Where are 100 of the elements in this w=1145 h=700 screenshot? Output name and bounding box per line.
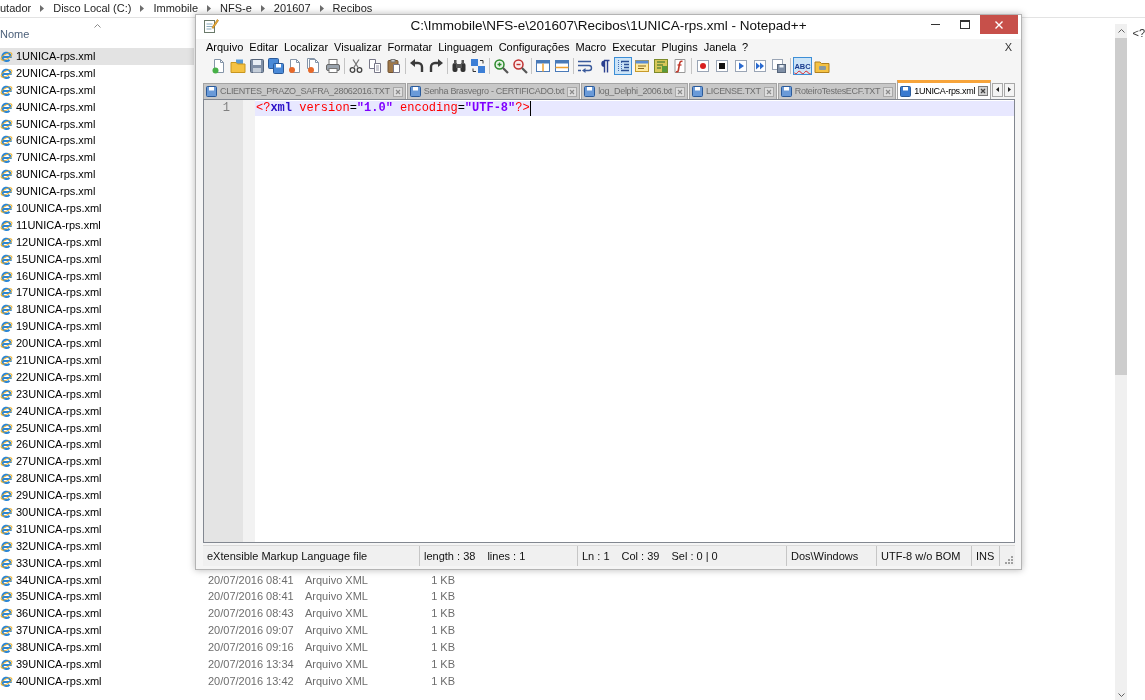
file-row[interactable]: 23UNICA-rps.xml [0,385,194,403]
file-name: 21UNICA-rps.xml [16,353,102,367]
fast-forward-icon [752,58,768,74]
menu-item[interactable]: Executar [609,40,659,54]
file-row[interactable]: 1UNICA-rps.xml [0,48,194,65]
file-row[interactable]: 30UNICA-rps.xml [0,504,194,521]
breadcrumb-link[interactable]: 201607 [273,2,311,15]
file-row[interactable]: 9UNICA-rps.xml [0,183,194,200]
breadcrumb-link[interactable]: NFS-e [220,2,252,15]
file-row[interactable]: 36UNICA-rps.xml 20/07/2016 08:43 Arquivo XML 1 KB [0,605,455,623]
file-row[interactable]: 25UNICA-rps.xml [0,419,194,437]
toolbar-button[interactable] [713,57,731,75]
file-name: 32UNICA-rps.xml [16,539,102,553]
file-row[interactable]: 18UNICA-rps.xml [0,301,194,319]
file-row[interactable]: 35UNICA-rps.xml 20/07/2016 08:41 Arquivo XML 1 KB [0,588,455,606]
toolbar-button[interactable] [450,57,468,75]
file-name: 38UNICA-rps.xml [16,641,102,655]
toolbar-button[interactable] [408,57,426,75]
file-row[interactable]: 40UNICA-rps.xml 20/07/2016 13:42 Arquivo XML 1 KB [0,672,455,690]
file-row[interactable]: 29UNICA-rps.xml [0,487,194,505]
menu-item[interactable]: Editar [246,40,282,54]
status-text: UTF-8 w/o BOM [881,549,961,563]
scrollbar-thumb[interactable] [1115,38,1128,375]
breadcrumb-link[interactable]: Disco Local (C:) [53,2,132,15]
file-row[interactable]: 37UNICA-rps.xml 20/07/2016 09:07 Arquivo XML 1 KB [0,622,455,640]
file-row[interactable]: 4UNICA-rps.xml [0,98,194,116]
ringed-e-icon [0,185,13,199]
file-row[interactable]: 19UNICA-rps.xml [0,318,194,336]
file-row[interactable]: 11UNICA-rps.xml [0,216,194,234]
toolbar-button[interactable] [347,57,365,75]
file-row[interactable]: 33UNICA-rps.xml [0,554,194,572]
toolbar-button[interactable] [267,57,285,75]
menu-item[interactable]: Formatar [384,40,436,54]
file-row[interactable]: 7UNICA-rps.xml [0,149,194,167]
file-row[interactable]: 8UNICA-rps.xml [0,166,194,184]
file-name: 9UNICA-rps.xml [16,185,96,199]
play-icon [733,58,749,74]
ringed-e-icon [0,641,13,655]
file-row[interactable]: 31UNICA-rps.xml [0,520,194,538]
resize-grip-icon[interactable] [1005,556,1013,564]
scroll-left-button[interactable] [992,82,1004,97]
zoom-in-icon [493,58,509,74]
file-row[interactable]: 21UNICA-rps.xml [0,352,194,369]
scrollbar[interactable] [1115,24,1128,700]
menu-item[interactable]: Linguagem [435,40,496,54]
file-type: Arquivo XML [305,573,368,587]
file-row[interactable]: 3UNICA-rps.xml [0,81,194,99]
file-row[interactable]: 38UNICA-rps.xml 20/07/2016 09:16 Arquivo XML 1 KB [0,639,455,657]
file-name: 3UNICA-rps.xml [16,83,96,97]
menu-item[interactable]: Localizar [281,40,332,54]
binoculars-icon [451,58,467,74]
ringed-e-icon [0,100,13,114]
file-row[interactable]: 22UNICA-rps.xml [0,368,194,386]
status-text: eXtensible Markup Language file [207,549,368,563]
file-row[interactable]: 26UNICA-rps.xml [0,436,194,454]
breadcrumb-link[interactable]: Immobile [153,2,199,15]
file-row[interactable]: 24UNICA-rps.xml [0,402,194,420]
file-row[interactable]: 32UNICA-rps.xml [0,537,194,555]
file-row[interactable]: 2UNICA-rps.xml [0,64,194,82]
file-row[interactable]: 17UNICA-rps.xml [0,284,194,302]
menu-item[interactable]: Arquivo [203,40,247,54]
file-row[interactable]: 28UNICA-rps.xml [0,470,194,488]
ringed-e-icon [0,252,13,266]
menu-item[interactable]: Janela [700,40,740,54]
file-row[interactable]: 6UNICA-rps.xml [0,132,194,150]
file-row[interactable]: 12UNICA-rps.xml [0,233,194,251]
scroll-up-icon[interactable] [1117,29,1125,33]
file-row[interactable]: 27UNICA-rps.xml [0,453,194,471]
toolbar-button[interactable] [614,57,632,75]
breadcrumb-link[interactable]: Recibos [332,2,373,15]
menu-item[interactable]: Visualizar [331,40,385,54]
menu-item[interactable]: ? [739,40,752,54]
preview-text: <? [1132,27,1145,39]
code-editor[interactable]: 1 <?xml version="1.0" encoding="UTF-8"?> [203,99,1015,543]
file-row[interactable]: 39UNICA-rps.xml 20/07/2016 13:34 Arquivo XML 1 KB [0,656,455,673]
file-row[interactable]: 20UNICA-rps.xml [0,335,194,353]
menu-item[interactable]: Plugins [658,40,701,54]
column-header[interactable]: Nome [0,18,194,48]
close-document-item[interactable]: X [1004,40,1012,54]
file-tab[interactable]: 1UNICA-rps.xml [897,80,992,99]
breadcrumb-link[interactable]: utador [0,2,32,15]
window-icon [634,58,650,74]
menu-item[interactable]: Configurações [495,40,573,54]
toolbar-button[interactable] [427,57,445,75]
file-name: 7UNICA-rps.xml [16,151,96,165]
file-row[interactable]: 15UNICA-rps.xml [0,250,194,268]
menu-item[interactable]: Macro [572,40,610,54]
file-row[interactable]: 10UNICA-rps.xml [0,200,194,217]
close-icon[interactable] [978,86,989,96]
scroll-right-button[interactable] [1004,82,1016,97]
scroll-down-icon[interactable] [1117,693,1125,697]
line-number: 1 [221,101,231,116]
file-row[interactable]: 16UNICA-rps.xml [0,267,194,285]
printer-icon [325,58,341,74]
file-name: 1UNICA-rps.xml [16,49,96,63]
file-name: 30UNICA-rps.xml [16,506,102,519]
file-name: 36UNICA-rps.xml [16,607,102,621]
file-row[interactable]: 5UNICA-rps.xml [0,115,194,133]
file-name: 40UNICA-rps.xml [16,674,102,688]
file-row[interactable]: 34UNICA-rps.xml 20/07/2016 08:41 Arquivo XML 1 KB [0,571,455,589]
